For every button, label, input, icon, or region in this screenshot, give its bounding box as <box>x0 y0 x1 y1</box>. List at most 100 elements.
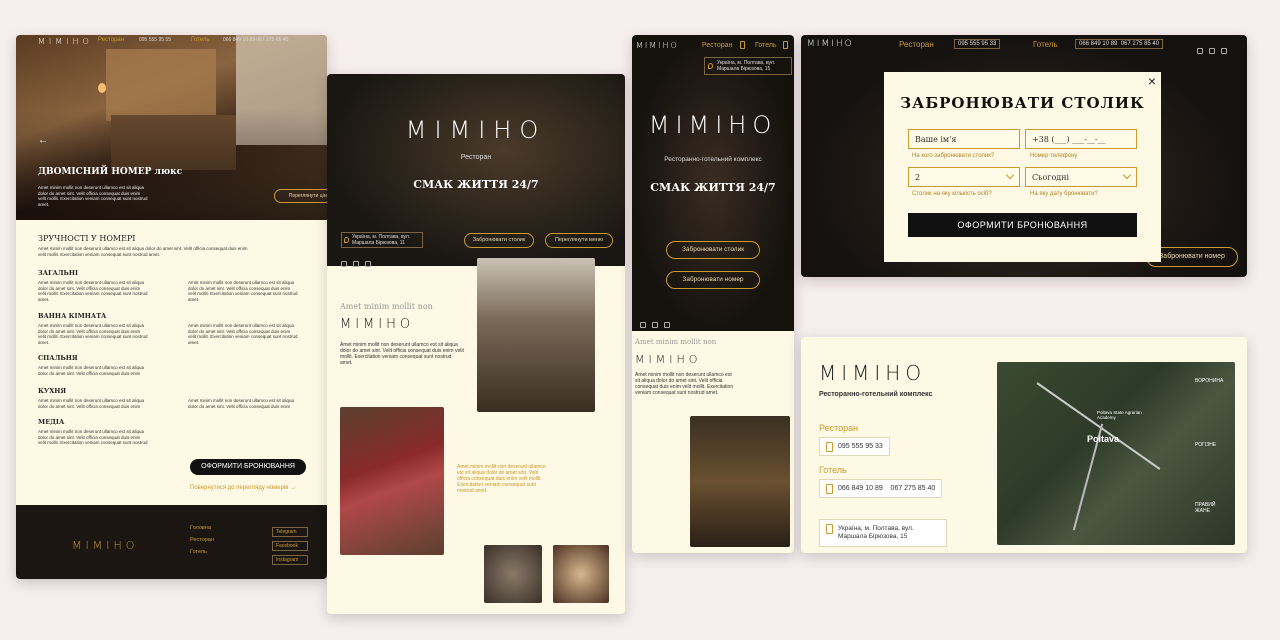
name-input[interactable]: Ваше ім'я <box>908 129 1020 149</box>
modal-page-phone-1[interactable]: 095 555 95 33 <box>954 39 1001 49</box>
section-general: ЗАГАЛЬНІ <box>38 269 79 277</box>
social-facebook[interactable]: Facebook <box>272 541 308 551</box>
contacts-sub: Ресторанно-готельний комплекс <box>819 391 933 398</box>
section-bedroom: СПАЛЬНЯ <box>38 354 78 362</box>
footer-link-home[interactable]: Головна <box>190 525 211 531</box>
intro-logo: MIMIHO <box>340 317 415 332</box>
facebook-icon[interactable] <box>652 322 658 328</box>
bathroom-text-2: Amet minim mollit non deserunt ullamco e… <box>188 323 298 345</box>
mobile-hero-sub: Ресторанно-готельний комплекс <box>664 156 762 163</box>
mobile-logo-small[interactable]: MIMIHO <box>636 41 679 50</box>
close-icon[interactable]: × <box>1148 73 1156 89</box>
contacts-phone-hotel[interactable]: 066 849 10 89 067 275 85 40 <box>819 479 943 498</box>
nav-restaurant[interactable]: Ресторан <box>98 37 124 43</box>
modal-page-phone-box[interactable]: 066 849 10 89 067 275 85 40 <box>1075 39 1164 49</box>
instagram-icon[interactable] <box>341 261 347 267</box>
instagram-icon[interactable] <box>640 322 646 328</box>
guests-hint: Столик на яку кількість осіб? <box>912 191 992 197</box>
facebook-icon[interactable] <box>353 261 359 267</box>
book-room-button[interactable]: ОФОРМИТИ БРОНЮВАННЯ <box>190 459 306 475</box>
mobile-book-table-button[interactable]: Забронювати столик <box>666 241 760 259</box>
mobile-address-box[interactable]: Україна, м. Полтава, вул. Маршала Бірюзо… <box>704 57 792 75</box>
chevron-down-icon <box>1005 170 1015 180</box>
guests-value: 2 <box>915 173 921 182</box>
facebook-icon[interactable] <box>1209 48 1215 54</box>
social-instagram[interactable]: Instagram <box>272 555 308 565</box>
guests-select[interactable]: 2 <box>908 167 1020 187</box>
room-page-card: MIMIHO Ресторан 095 555 95 55 Готель 066… <box>16 35 327 579</box>
contacts-restaurant-label: Ресторан <box>819 423 859 433</box>
map-road <box>1036 382 1161 470</box>
instagram-icon[interactable] <box>1197 48 1203 54</box>
phone-box-hotel[interactable]: 066 849 10 89 067 275 85 40 <box>220 36 291 44</box>
footer-logo[interactable]: MIMIHO <box>72 539 138 552</box>
location-map[interactable]: Poltava Poltava State Agrarian Academy В… <box>997 362 1235 545</box>
phone-icon-1[interactable] <box>740 41 745 49</box>
logo[interactable]: MIMIHO <box>38 37 93 46</box>
booking-modal: × ЗАБРОНЮВАТИ СТОЛИК Ваше ім'я +38 (___)… <box>884 72 1161 262</box>
modal-page-social <box>1197 41 1233 59</box>
chevron-down-icon <box>1122 170 1132 180</box>
footer-link-restaurant[interactable]: Ресторан <box>190 537 214 543</box>
room-title: ДВОМІСНИЙ НОМЕР люкс <box>38 167 183 177</box>
phone-hint: Номер телефону <box>1030 153 1078 159</box>
section-bathroom: ВАННА КІМНАТА <box>38 312 107 320</box>
mobile-nav-hotel[interactable]: Готель <box>755 42 777 49</box>
phone-2: 066 849 10 89 <box>1079 41 1118 47</box>
gold-para: Amet minim mollit non deserunt ullamco e… <box>457 464 546 494</box>
contacts-logo: MIMIHO <box>819 361 927 385</box>
mobile-intro-logo: MIMIHO <box>635 353 702 366</box>
phone-box-restaurant[interactable]: 095 555 95 55 <box>136 36 174 44</box>
hero-logo: MIMIHO <box>405 116 547 144</box>
nav-hotel[interactable]: Готель <box>191 37 210 43</box>
mobile-hero-logo: MIMIHO <box>648 111 778 139</box>
phone-2: 066 849 10 89 <box>223 37 255 43</box>
arrow-left-icon[interactable]: ← <box>38 135 48 146</box>
mobile-nav-restaurant[interactable]: Ресторан <box>702 42 732 49</box>
mobile-para: Amet minim mollit non deserunt ullamco e… <box>635 372 734 396</box>
meat-photo <box>340 407 444 555</box>
interior-photo <box>690 416 790 547</box>
footer-link-hotel[interactable]: Готель <box>190 549 207 555</box>
modal-page-nav-hotel[interactable]: Готель <box>1033 40 1058 49</box>
room-desc: Amet minim mollit non deserunt ullamco e… <box>38 185 148 207</box>
map-label-rogizne: РОГІЗНЕ <box>1195 442 1217 448</box>
telegram-icon[interactable] <box>1221 48 1227 54</box>
date-value: Сьогодні <box>1032 173 1070 182</box>
phone-icon-2[interactable] <box>783 41 788 49</box>
mobile-social-icons <box>640 315 676 333</box>
contacts-address[interactable]: Україна, м. Полтава, вул. Маршала Бірюзо… <box>819 519 947 547</box>
contacts-phone-restaurant[interactable]: 095 555 95 33 <box>819 437 890 456</box>
book-table-button[interactable]: Забронювати столик <box>464 233 534 248</box>
address-box[interactable]: Україна, м. Полтава, вул. Маршала Бірюзо… <box>341 232 423 248</box>
chef-photo <box>477 258 595 412</box>
date-hint: На яку дату бронювати? <box>1030 191 1098 197</box>
hands-photo <box>484 545 542 603</box>
room-hero: MIMIHO Ресторан 095 555 95 55 Готель 066… <box>16 35 327 220</box>
kitchen-text-1: Amet minim mollit non deserunt ullamco e… <box>38 398 145 409</box>
date-select[interactable]: Сьогодні <box>1025 167 1137 187</box>
telegram-icon[interactable] <box>365 261 371 267</box>
mobile-book-room-button[interactable]: Забронювати номер <box>666 271 760 289</box>
address-text: Україна, м. Полтава, вул. Маршала Бірюзо… <box>352 234 411 246</box>
contacts-hotel-label: Готель <box>819 465 847 475</box>
amenities-title: ЗРУЧНОСТІ У НОМЕРІ <box>38 234 136 243</box>
amenities-intro: Amet minim mollit non deserunt ullamco e… <box>38 246 248 257</box>
restaurant-hero: MIMIHO Ресторан СМАК ЖИТТЯ 24/7 Україна,… <box>327 74 625 267</box>
map-pin-icon <box>344 237 349 243</box>
phone-input[interactable]: +38 (___) ___-__-__ <box>1025 129 1137 149</box>
modal-page-logo[interactable]: MIMIHO <box>807 39 854 49</box>
bathroom-text-1: Amet minim mollit non deserunt ullamco e… <box>38 323 148 345</box>
social-telegram[interactable]: Telegram <box>272 527 308 537</box>
room-footer: MIMIHO Головна Ресторан Готель Telegram … <box>16 505 327 579</box>
telegram-icon[interactable] <box>664 322 670 328</box>
map-label-pravyi: ПРАВИЙ ЖАНЕ <box>1195 502 1216 514</box>
mobile-slogan: СМАК ЖИТТЯ 24/7 <box>650 181 776 194</box>
modal-page-nav-restaurant[interactable]: Ресторан <box>899 40 934 49</box>
restaurant-page-card: MIMIHO Ресторан СМАК ЖИТТЯ 24/7 Україна,… <box>327 74 625 614</box>
back-to-rooms-link[interactable]: Повернутися до перегляду номерів → <box>190 485 296 491</box>
view-prices-button[interactable]: Переглянути ціни <box>274 189 327 203</box>
booking-modal-page: MIMIHO Ресторан 095 555 95 33 Готель 066… <box>801 35 1247 277</box>
view-menu-button[interactable]: Переглянути меню <box>545 233 613 248</box>
submit-booking-button[interactable]: ОФОРМИТИ БРОНЮВАННЯ <box>908 213 1137 237</box>
